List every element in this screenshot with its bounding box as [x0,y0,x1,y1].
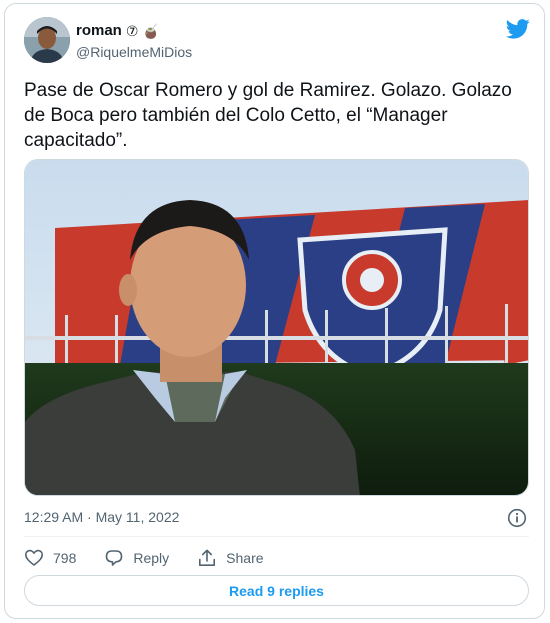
like-count: 798 [53,550,77,566]
tweet-card: roman ⑦ 🧉 @RiquelmeMiDios Pase de Oscar … [4,3,545,619]
heart-icon [25,549,43,566]
share-icon [199,549,216,566]
stadium-photo [25,160,528,495]
tweet-photo[interactable] [24,159,529,496]
reply-button[interactable]: Reply [104,548,169,568]
twitter-bird-icon[interactable] [506,19,530,39]
share-button[interactable]: Share [197,548,264,568]
author-name-emojis: ⑦ 🧉 [125,22,160,39]
author-name-row[interactable]: roman ⑦ 🧉 [76,22,160,39]
reply-bubble-icon [106,550,123,566]
tweet-timestamp[interactable]: 12:29 AM · May 11, 2022 [24,509,179,525]
info-icon[interactable] [507,508,527,528]
share-label: Share [226,550,264,566]
read-replies-button[interactable]: Read 9 replies [24,575,529,606]
tweet-actions: 798 Reply Share [24,546,292,570]
author-display-name[interactable]: roman [76,22,122,39]
avatar-photo [24,17,70,63]
avatar[interactable] [24,17,70,63]
like-button[interactable]: 798 [24,548,76,568]
tweet-text: Pase de Oscar Romero y gol de Ramirez. G… [24,80,512,151]
timestamp-row: 12:29 AM · May 11, 2022 [24,508,529,529]
author-handle[interactable]: @RiquelmeMiDios [76,44,192,60]
divider [24,536,529,537]
reply-label: Reply [133,550,170,566]
